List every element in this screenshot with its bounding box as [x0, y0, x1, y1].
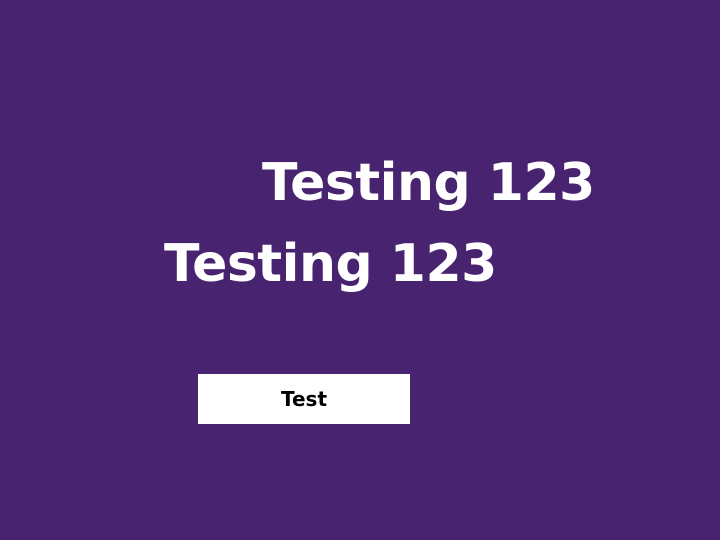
heading-text-primary: Testing 123 [262, 153, 595, 213]
app-screen: { "screen": { "background_color": "#4823… [0, 0, 720, 540]
test-button[interactable]: Test [198, 374, 410, 424]
heading-text-secondary: Testing 123 [164, 234, 497, 294]
